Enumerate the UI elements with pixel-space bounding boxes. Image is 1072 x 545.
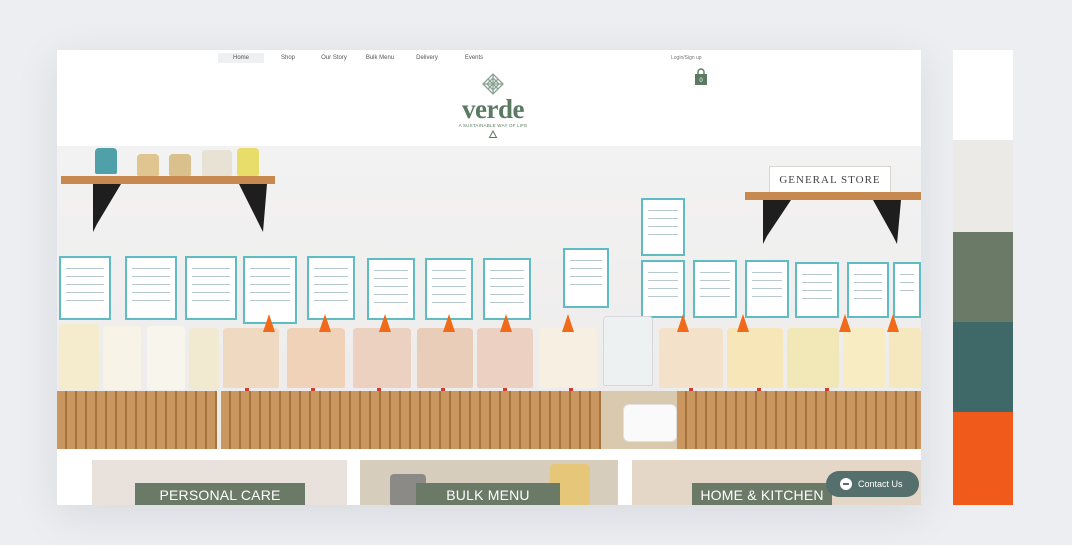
logo-tagline: A SUSTAINABLE WAY OF LIFE <box>458 123 528 128</box>
shopping-bag-icon[interactable]: 0 <box>693 68 709 86</box>
nav-item-bulk-menu[interactable]: Bulk Menu <box>364 53 396 63</box>
cotton-ball-jar <box>623 404 677 442</box>
palette-swatch-light-gray <box>953 140 1013 232</box>
nav-item-our-story[interactable]: Our Story <box>317 53 351 63</box>
nav-item-delivery[interactable]: Delivery <box>412 53 442 63</box>
palette-swatch-white <box>953 50 1013 140</box>
top-navigation: Home Shop Our Story Bulk Menu Delivery E… <box>57 50 921 64</box>
website-frame: Home Shop Our Story Bulk Menu Delivery E… <box>57 50 921 505</box>
nav-item-events[interactable]: Events <box>460 53 488 63</box>
palette-swatch-sage-green <box>953 232 1013 322</box>
category-tiles: PERSONAL CARE BULK MENU HOME & KITCHEN <box>57 460 921 505</box>
contact-us-button[interactable]: Contact Us <box>826 471 919 497</box>
category-label: PERSONAL CARE <box>135 483 305 505</box>
chat-icon <box>840 478 852 490</box>
contact-us-label: Contact Us <box>858 479 903 489</box>
nav-item-home[interactable]: Home <box>218 53 264 63</box>
wooden-crate <box>677 391 921 449</box>
category-label: BULK MENU <box>416 483 560 505</box>
wooden-crate <box>221 391 601 449</box>
category-tile-personal-care[interactable]: PERSONAL CARE <box>92 460 347 505</box>
category-label: HOME & KITCHEN <box>692 483 832 505</box>
palette-swatch-teal <box>953 322 1013 412</box>
hero-image-refill-station: GENERAL STORE <box>57 146 921 449</box>
recycle-icon <box>488 130 498 138</box>
wooden-crate <box>57 391 217 449</box>
login-link[interactable]: Login/Sign up <box>671 53 702 63</box>
verde-logo[interactable]: verde A SUSTAINABLE WAY OF LIFE <box>453 68 533 138</box>
color-palette <box>953 50 1013 505</box>
logo-wordmark: verde <box>462 94 524 124</box>
category-tile-bulk-menu[interactable]: BULK MENU <box>360 460 618 505</box>
nav-item-shop[interactable]: Shop <box>273 53 303 63</box>
palette-swatch-orange <box>953 412 1013 505</box>
